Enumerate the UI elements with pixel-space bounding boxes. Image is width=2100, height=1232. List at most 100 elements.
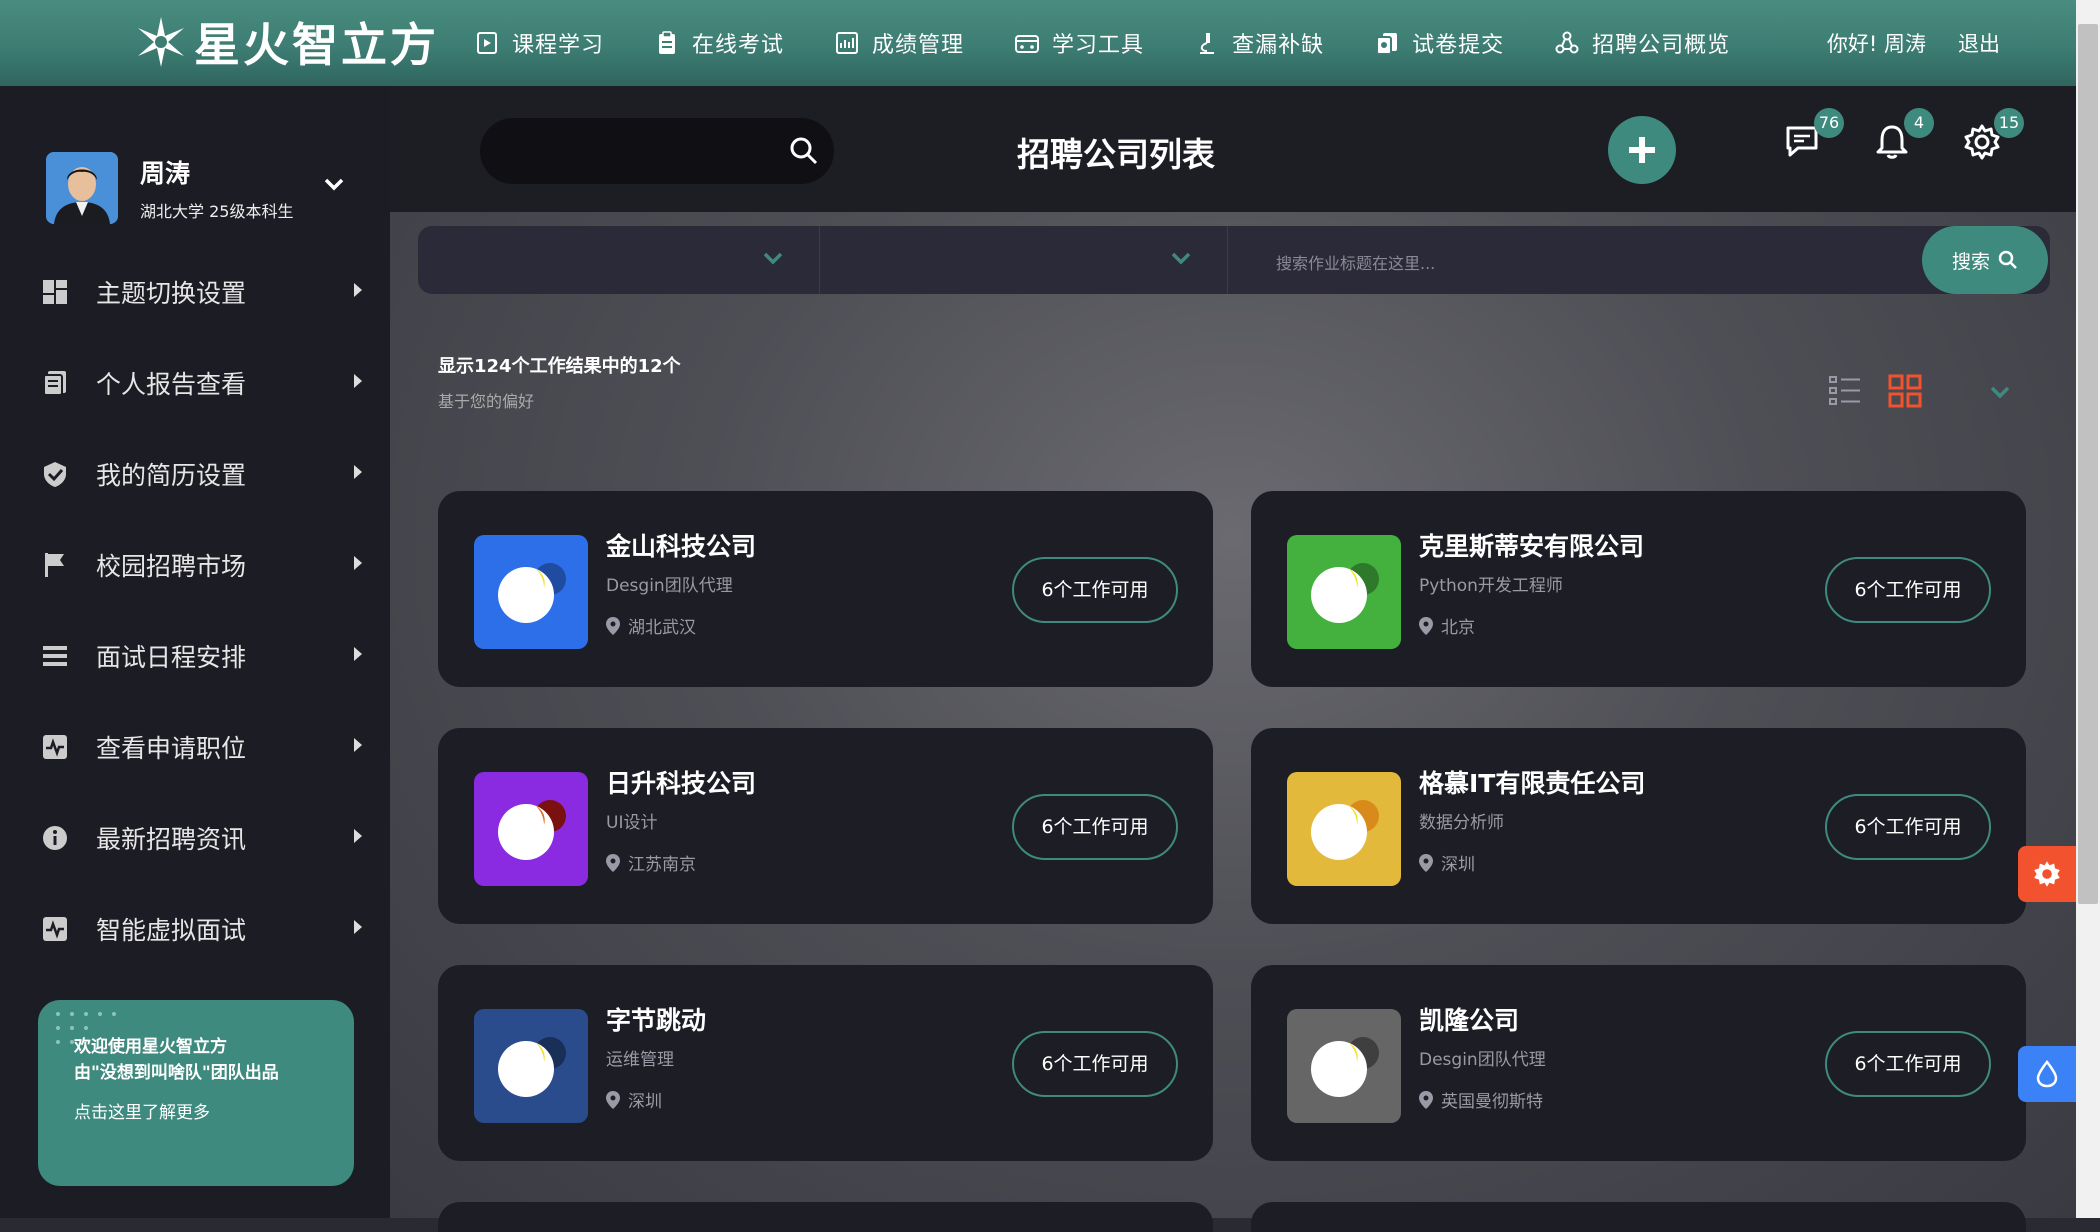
shield-check-icon <box>44 461 66 487</box>
sidebar-item-virtual-interview[interactable]: 智能虚拟面试 <box>0 883 390 974</box>
company-card[interactable] <box>438 1202 1213 1232</box>
nav-label: 招聘公司概览 <box>1592 33 1731 58</box>
chevron-right-icon <box>354 283 362 297</box>
microscope-icon <box>1200 33 1215 54</box>
chart-icon <box>836 32 859 54</box>
company-logo <box>474 772 588 886</box>
location-pin-icon <box>1419 853 1433 872</box>
docs-icon <box>1376 33 1398 55</box>
jobs-available-button[interactable]: 6个工作可用 <box>1825 557 1991 623</box>
jobs-available-button[interactable]: 6个工作可用 <box>1012 1031 1178 1097</box>
sidebar-item-label: 查看申请职位 <box>96 733 247 763</box>
nav-grade-management[interactable]: 成绩管理 <box>834 23 964 63</box>
company-location-text: 英国曼彻斯特 <box>1441 1092 1543 1112</box>
company-card[interactable]: 字节跳动 运维管理 深圳 6个工作可用 <box>438 965 1213 1161</box>
chevron-down-icon[interactable] <box>322 172 346 196</box>
filter-dropdown-1[interactable] <box>418 226 820 294</box>
user-profile[interactable]: 周涛 湖北大学 25级本科生 <box>46 150 346 226</box>
sidebar-item-interview-schedule[interactable]: 面试日程安排 <box>0 610 390 701</box>
filter-bar: 搜索作业标题在这里... 搜索 <box>418 226 2050 294</box>
company-role: Python开发工程师 <box>1419 576 1563 596</box>
nav-label: 在线考试 <box>692 33 785 58</box>
logout-link[interactable]: 退出 <box>1958 28 2000 58</box>
sidebar-item-label: 智能虚拟面试 <box>96 915 247 945</box>
chevron-down-icon[interactable] <box>1990 386 2010 400</box>
nav-online-exam[interactable]: 在线考试 <box>654 23 784 63</box>
nav-label: 学习工具 <box>1052 33 1145 58</box>
company-name: 日升科技公司 <box>606 769 757 798</box>
jobs-available-button[interactable]: 6个工作可用 <box>1825 794 1991 860</box>
user-name: 周涛 <box>140 159 191 188</box>
scrollbar-thumb[interactable] <box>2078 24 2098 904</box>
company-logo <box>1287 535 1401 649</box>
company-location: 湖北武汉 <box>606 613 696 638</box>
chevron-right-icon <box>354 920 362 934</box>
chevron-right-icon <box>354 829 362 843</box>
nav-course-study[interactable]: 课程学习 <box>474 23 604 63</box>
company-card[interactable]: 金山科技公司 Desgin团队代理 湖北武汉 6个工作可用 <box>438 491 1213 687</box>
nav-paper-submit[interactable]: 试卷提交 <box>1374 23 1504 63</box>
theme-settings-float-button[interactable] <box>2018 846 2076 902</box>
nav-gap-check[interactable]: 查漏补缺 <box>1194 23 1324 63</box>
sidebar-item-applied-positions[interactable]: 查看申请职位 <box>0 701 390 792</box>
sidebar-item-label: 主题切换设置 <box>96 278 247 308</box>
settings-button[interactable]: 15 <box>1962 108 2024 174</box>
sidebar-item-theme-settings[interactable]: 主题切换设置 <box>0 246 390 337</box>
droplet-icon <box>2036 1060 2058 1088</box>
company-card[interactable]: 克里斯蒂安有限公司 Python开发工程师 北京 6个工作可用 <box>1251 491 2026 687</box>
chevron-right-icon <box>354 465 362 479</box>
nav-study-tools[interactable]: 学习工具 <box>1014 23 1144 63</box>
grid-view-icon[interactable] <box>1888 374 1922 408</box>
sidebar-item-label: 个人报告查看 <box>96 369 247 399</box>
sidebar-item-personal-report[interactable]: 个人报告查看 <box>0 337 390 428</box>
jobs-available-button[interactable]: 6个工作可用 <box>1012 794 1178 860</box>
company-card[interactable] <box>1251 1202 2026 1232</box>
company-location: 英国曼彻斯特 <box>1419 1087 1543 1112</box>
company-card[interactable]: 日升科技公司 UI设计 江苏南京 6个工作可用 <box>438 728 1213 924</box>
company-name: 克里斯蒂安有限公司 <box>1419 532 1645 561</box>
sidebar-item-recruitment-news[interactable]: 最新招聘资讯 <box>0 792 390 883</box>
jobs-available-button[interactable]: 6个工作可用 <box>1825 1031 1991 1097</box>
promo-link[interactable]: 点击这里了解更多 <box>74 1098 354 1123</box>
top-navbar: 星火智立方 课程学习 在线考试 成绩管理 学习工具 查漏补缺 试卷提交 招聘公司… <box>0 0 2076 86</box>
list-view-icon[interactable] <box>1828 374 1862 408</box>
company-name: 格慕IT有限责任公司 <box>1419 769 1646 798</box>
promo-card[interactable]: 欢迎使用星火智立方 由"没想到叫啥队"团队出品 点击这里了解更多 <box>38 1000 354 1186</box>
avatar <box>46 152 118 224</box>
company-card[interactable]: 凯隆公司 Desgin团队代理 英国曼彻斯特 6个工作可用 <box>1251 965 2026 1161</box>
color-float-button[interactable] <box>2018 1046 2076 1102</box>
company-name: 凯隆公司 <box>1419 1006 1520 1035</box>
filter-dropdown-2[interactable] <box>820 226 1228 294</box>
clipboard-icon <box>659 31 676 54</box>
app-logo-text: 星火智立方 <box>194 18 439 72</box>
company-location-text: 深圳 <box>1441 855 1475 875</box>
filter-search-input[interactable]: 搜索作业标题在这里... <box>1276 250 1435 274</box>
location-pin-icon <box>1419 616 1433 635</box>
chevron-right-icon <box>354 738 362 752</box>
nav-company-overview[interactable]: 招聘公司概览 <box>1554 23 1730 63</box>
greeting-text: 你好! 周涛 <box>1826 32 1926 56</box>
add-button[interactable] <box>1608 116 1676 184</box>
nav-label: 课程学习 <box>512 33 605 58</box>
company-card[interactable]: 格慕IT有限责任公司 数据分析师 深圳 6个工作可用 <box>1251 728 2026 924</box>
network-icon <box>1555 31 1579 54</box>
sidebar-item-resume-settings[interactable]: 我的简历设置 <box>0 428 390 519</box>
notifications-button[interactable]: 4 <box>1872 108 1934 174</box>
app-logo[interactable]: 星火智立方 <box>134 12 439 72</box>
company-logo <box>1287 1009 1401 1123</box>
location-pin-icon <box>606 616 620 635</box>
company-logo <box>474 535 588 649</box>
sidebar-item-campus-recruitment[interactable]: 校园招聘市场 <box>0 519 390 610</box>
main-content: 招聘公司列表 76 4 15 搜索作业标题在这里... 搜索 显示124个工作结 <box>390 86 2076 1232</box>
search-button[interactable]: 搜索 <box>1922 226 2048 294</box>
result-subtitle: 基于您的偏好 <box>438 392 535 411</box>
jobs-available-button[interactable]: 6个工作可用 <box>1012 557 1178 623</box>
location-pin-icon <box>1419 1090 1433 1109</box>
messages-button[interactable]: 76 <box>1782 108 1844 174</box>
sidebar-menu: 主题切换设置 个人报告查看 我的简历设置 校园招聘市场 面试日程安排 查看申请职… <box>0 246 390 974</box>
nav-label: 试卷提交 <box>1412 33 1505 58</box>
company-location: 北京 <box>1419 613 1475 638</box>
pulse-icon <box>43 734 67 759</box>
search-icon <box>1998 250 2017 269</box>
user-subtitle: 湖北大学 25级本科生 <box>140 202 294 221</box>
